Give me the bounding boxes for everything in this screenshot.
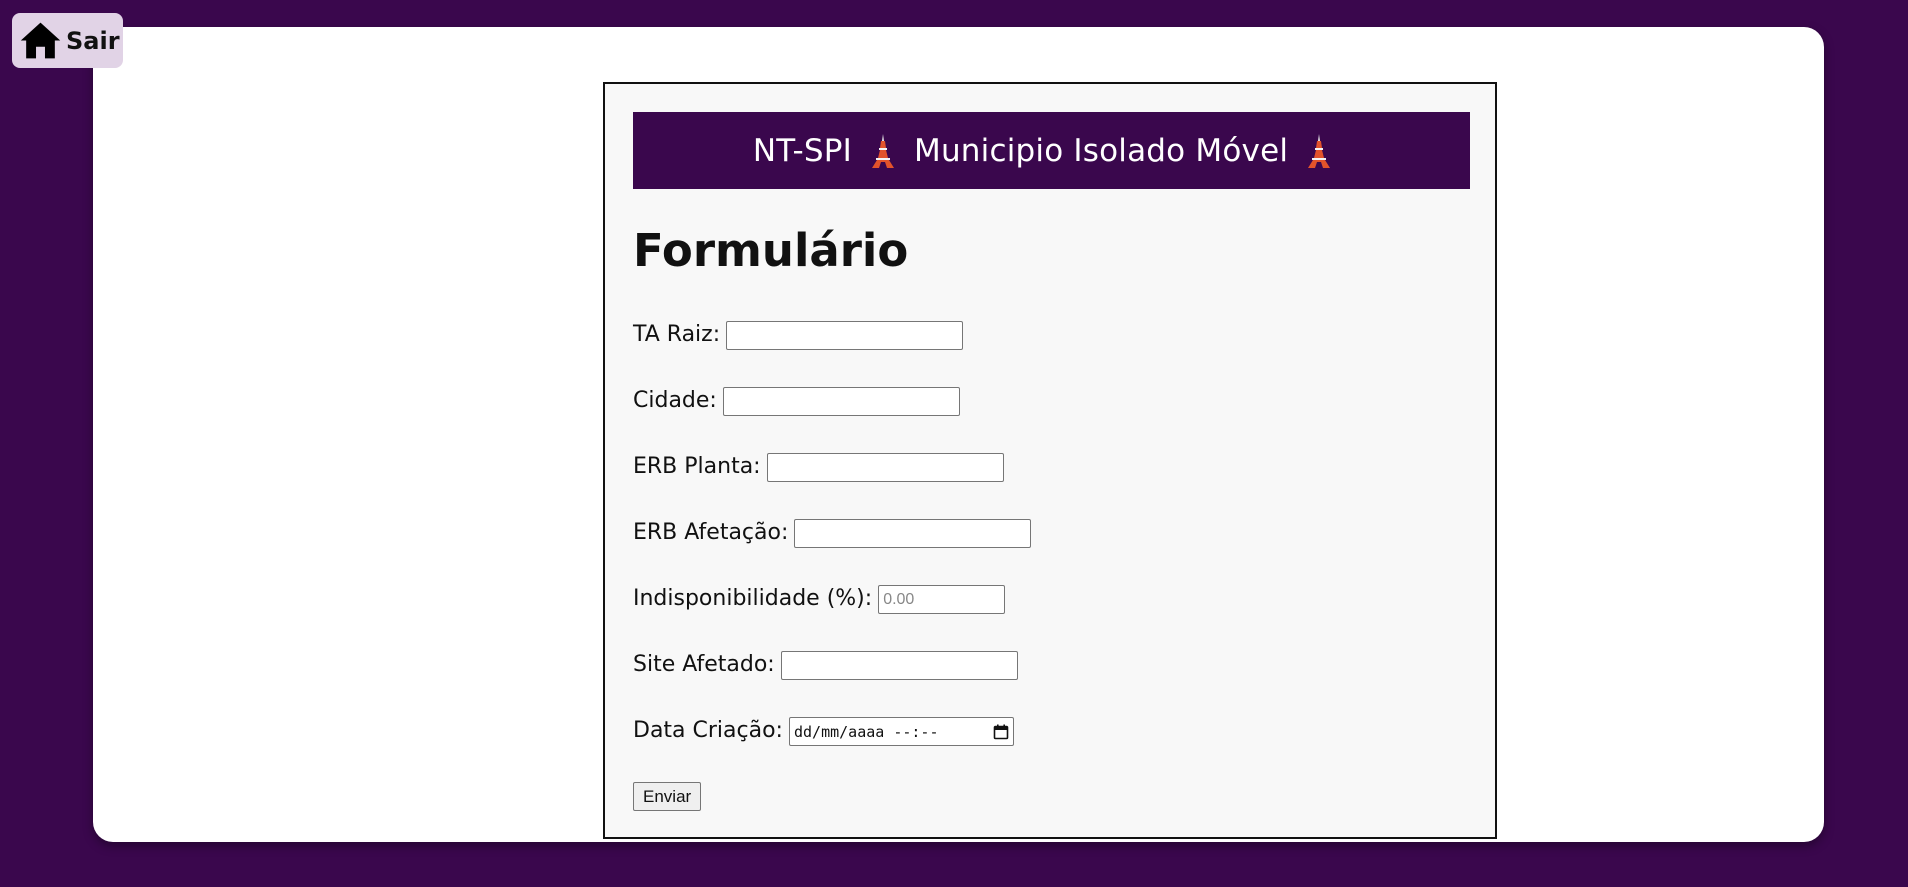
field-erb-planta: ERB Planta:: [633, 450, 1004, 482]
cidade-input[interactable]: [722, 387, 960, 416]
field-label: Cidade:: [633, 387, 717, 413]
field-indisponibilidade: Indisponibilidade (%):: [633, 582, 1006, 614]
tokyo-tower-icon: [1308, 133, 1331, 168]
main-card: NT-SPI Municipio Isolado Móvel Formulári…: [93, 27, 1824, 842]
indisponibilidade-input[interactable]: [878, 585, 1006, 614]
home-exit-button[interactable]: Sair: [12, 13, 123, 68]
calendar-icon[interactable]: [993, 724, 1009, 740]
erb-afetacao-input[interactable]: [794, 519, 1032, 548]
field-data-criacao: Data Criação: dd/mm/aaaa --:--: [633, 714, 1014, 746]
datetime-placeholder: dd/mm/aaaa --:--: [793, 722, 939, 741]
banner-title: Municipio Isolado Móvel: [914, 132, 1289, 169]
field-site-afetado: Site Afetado:: [633, 648, 1018, 680]
erb-planta-input[interactable]: [766, 453, 1004, 482]
data-criacao-input[interactable]: dd/mm/aaaa --:--: [788, 717, 1014, 746]
form-container: NT-SPI Municipio Isolado Móvel Formulári…: [603, 82, 1497, 839]
field-label: Data Criação:: [633, 717, 783, 743]
header-banner: NT-SPI Municipio Isolado Móvel: [633, 112, 1470, 189]
ta-raiz-input[interactable]: [726, 321, 964, 350]
field-label: Site Afetado:: [633, 651, 775, 677]
home-button-label: Sair: [66, 27, 120, 55]
site-afetado-input[interactable]: [780, 651, 1018, 680]
field-erb-afetacao: ERB Afetação:: [633, 516, 1032, 548]
banner-left-text: NT-SPI: [752, 132, 853, 169]
field-cidade: Cidade:: [633, 384, 960, 416]
home-icon: [20, 22, 61, 59]
field-label: TA Raiz:: [633, 321, 721, 347]
form-title: Formulário: [633, 224, 909, 277]
field-label: ERB Afetação:: [633, 519, 789, 545]
tokyo-tower-icon: [872, 133, 895, 168]
submit-button[interactable]: Enviar: [633, 782, 702, 811]
field-ta-raiz: TA Raiz:: [633, 318, 964, 350]
field-label: Indisponibilidade (%):: [633, 585, 873, 611]
field-label: ERB Planta:: [633, 453, 761, 479]
